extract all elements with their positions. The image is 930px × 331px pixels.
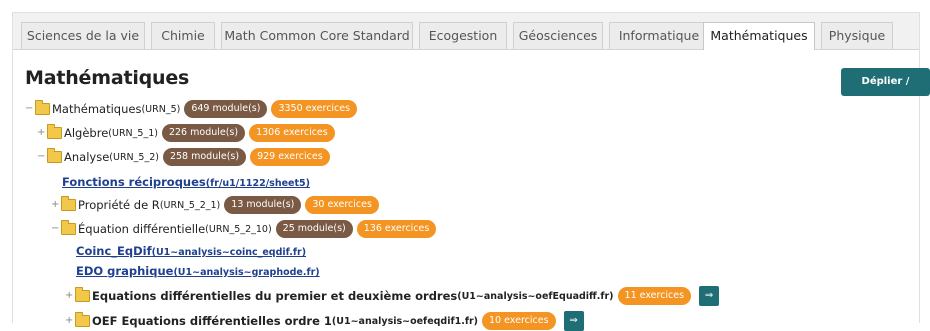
minus-icon[interactable]: −	[51, 224, 59, 234]
node-path: (U1~analysis~oefEquadiff.fr)	[457, 290, 614, 302]
link-name: Coinc_EqDif	[76, 244, 152, 258]
node-name[interactable]: Equations différentielles du premier et …	[92, 289, 457, 303]
tab-math-common-core[interactable]: Math Common Core Standard	[221, 22, 413, 49]
tab-informatique[interactable]: Informatique	[609, 22, 709, 49]
node-name[interactable]: Analyse	[64, 150, 109, 164]
expand-collapse-button[interactable]: Déplier / Replier	[841, 68, 930, 115]
tree-node-algebre: + Algèbre (URN_5_1) 226 module(s) 1306 ex…	[37, 123, 335, 143]
node-urn: (URN_5_1)	[108, 127, 158, 139]
link-name: Fonctions réciproques	[62, 175, 206, 189]
tree-node-analyse: − Analyse (URN_5_2) 258 module(s) 929 exe…	[37, 147, 330, 167]
arrow-right-icon[interactable]: ⇒	[699, 286, 720, 306]
node-name[interactable]: OEF Equations différentielles ordre 1	[92, 314, 332, 328]
folder-icon	[35, 100, 50, 115]
tree-leaf-fonctions-reciproques: Fonctions réciproques(fr/u1/1122/sheet5)	[62, 172, 310, 192]
minus-icon[interactable]: −	[25, 104, 33, 114]
folder-icon	[75, 312, 90, 327]
link-path: (U1~analysis~coinc_eqdif.fr)	[151, 247, 307, 258]
folder-icon	[61, 196, 76, 211]
exercise-count-badge: 3350 exercices	[271, 100, 358, 118]
node-name[interactable]: Mathématiques	[52, 102, 141, 116]
tree-node-root: − Mathématiques (URN_5) 649 module(s) 335…	[25, 99, 358, 119]
arrow-right-icon[interactable]: ⇒	[563, 311, 584, 331]
plus-icon[interactable]: +	[37, 128, 45, 138]
module-link[interactable]: EDO graphique(U1~analysis~graphode.fr)	[76, 264, 320, 278]
exercise-count-badge: 929 exercices	[250, 148, 330, 166]
folder-icon	[47, 124, 62, 139]
tab-geosciences[interactable]: Géosciences	[513, 22, 603, 49]
node-name[interactable]: Propriété de R	[78, 198, 160, 212]
tree-leaf-coinc-eqdif: Coinc_EqDif(U1~analysis~coinc_eqdif.fr)	[76, 241, 306, 261]
folder-icon	[47, 148, 62, 163]
tree-node-oef-premier-deuxieme: + Equations différentielles du premier e…	[65, 286, 720, 306]
module-count-badge: 25 module(s)	[275, 220, 353, 238]
module-count-badge: 649 module(s)	[184, 100, 268, 118]
page-title: Mathématiques	[25, 67, 190, 89]
node-name[interactable]: Équation différentielle	[78, 222, 205, 236]
module-count-badge: 258 module(s)	[162, 148, 247, 166]
module-count-badge: 13 module(s)	[224, 196, 302, 214]
link-path: (U1~analysis~graphode.fr)	[173, 267, 320, 278]
tab-chimie[interactable]: Chimie	[151, 22, 215, 49]
plus-icon[interactable]: +	[51, 200, 59, 210]
folder-icon	[61, 220, 76, 235]
subject-tabs: Sciences de la vie Chimie Math Common Co…	[13, 13, 919, 50]
tab-ecogestion[interactable]: Ecogestion	[419, 22, 507, 49]
link-name: EDO graphique	[76, 264, 174, 278]
module-link[interactable]: Fonctions réciproques(fr/u1/1122/sheet5)	[62, 175, 310, 189]
node-urn: (URN_5_2)	[109, 151, 159, 163]
exercise-count-badge: 1306 exercices	[249, 124, 335, 142]
minus-icon[interactable]: −	[37, 152, 45, 162]
exercise-count-badge: 136 exercices	[356, 220, 437, 238]
module-count-badge: 226 module(s)	[161, 124, 246, 142]
node-urn: (URN_5)	[141, 103, 181, 115]
tree-leaf-edo-graphique: EDO graphique(U1~analysis~graphode.fr)	[76, 261, 320, 281]
node-urn: (URN_5_2_10)	[205, 223, 272, 235]
exercise-count-badge: 10 exercices	[482, 312, 556, 330]
content-frame: Sciences de la vie Chimie Math Common Co…	[12, 12, 930, 331]
node-name[interactable]: Algèbre	[64, 126, 108, 140]
tree-node-equation-differentielle: − Équation différentielle (URN_5_2_10) 25…	[51, 219, 437, 239]
plus-icon[interactable]: +	[65, 291, 73, 301]
plus-icon[interactable]: +	[65, 316, 73, 326]
tree-node-propriete-de-r: + Propriété de R (URN_5_2_1) 13 module(s)…	[51, 195, 379, 215]
tree-node-oef-ordre-1: + OEF Equations différentielles ordre 1(…	[65, 311, 584, 331]
link-path: (fr/u1/1122/sheet5)	[205, 178, 310, 189]
folder-icon	[75, 287, 90, 302]
tab-mathematiques[interactable]: Mathématiques	[703, 22, 815, 50]
exercise-count-badge: 11 exercices	[617, 287, 692, 305]
exercise-count-badge: 30 exercices	[305, 196, 379, 214]
node-path: (U1~analysis~oefeqdif1.fr)	[331, 315, 479, 327]
tab-sciences-de-la-vie[interactable]: Sciences de la vie	[21, 22, 145, 49]
node-urn: (URN_5_2_1)	[159, 199, 221, 211]
module-link[interactable]: Coinc_EqDif(U1~analysis~coinc_eqdif.fr)	[76, 244, 306, 258]
tab-physique[interactable]: Physique	[821, 22, 893, 49]
